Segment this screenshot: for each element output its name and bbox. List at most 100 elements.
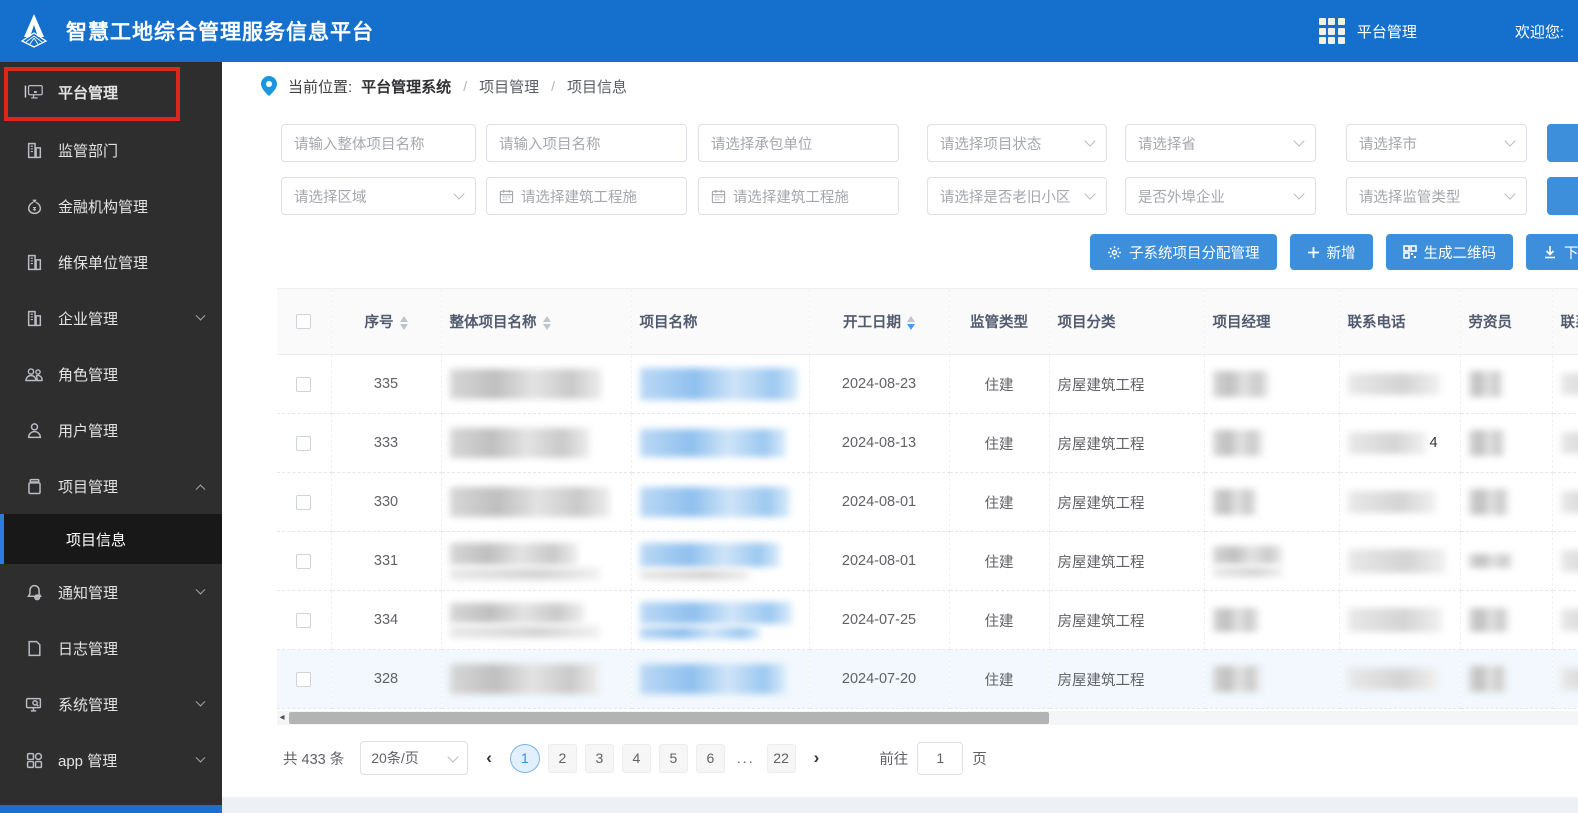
table-row[interactable]: 333 2024-08-13 住建 房屋建筑工程 4 [277,413,1578,473]
sidebar-subitem-project-info[interactable]: 项目信息 [0,514,222,564]
next-page-button[interactable]: › [804,748,830,768]
sidebar-item-user-management[interactable]: 用户管理 [0,402,222,458]
horizontal-scrollbar[interactable]: ◂ [277,711,1578,725]
supervision-type-select[interactable]: 请选择监管类型 [1345,177,1527,215]
project-name-link[interactable] [639,487,790,517]
row-checkbox[interactable] [296,376,312,392]
table-row[interactable]: 330 2024-08-01 住建 房屋建筑工程 [277,472,1578,532]
redacted-manager [1212,430,1263,456]
sidebar-item-app-management[interactable]: app 管理 [0,732,222,788]
old-community-select[interactable]: 请选择是否老旧小区 [926,177,1107,215]
prev-page-button[interactable]: ‹ [476,748,502,768]
sidebar-item-supervision-dept[interactable]: 监管部门 [0,122,222,178]
column-header-seq[interactable]: 序号 [331,288,442,355]
breadcrumb-item-project-management[interactable]: 项目管理 [479,76,539,97]
column-header-labor-officer: 劳资员 [1460,288,1553,355]
redacted-manager [1212,666,1261,692]
project-name-link[interactable] [639,542,780,580]
overall-project-name-input[interactable]: 请输入整体项目名称 [281,124,476,162]
page-size-select[interactable]: 20条/页 [360,741,469,775]
search-button-partial[interactable] [1546,124,1578,162]
reset-button-partial[interactable] [1546,177,1578,215]
breadcrumb-root[interactable]: 平台管理系统 [361,76,451,97]
sidebar-item-log-management[interactable]: 日志管理 [0,620,222,676]
sidebar-item-role-management[interactable]: 角色管理 [0,346,222,402]
construction-date-end-picker[interactable]: 请选择建筑工程施 [697,177,899,215]
placeholder-text: 请输入整体项目名称 [294,136,425,153]
row-checkbox[interactable] [296,612,312,628]
subsystem-assign-button[interactable]: 子系统项目分配管理 [1090,234,1277,270]
project-status-select[interactable]: 请选择项目状态 [926,124,1107,162]
sidebar-item-project-management[interactable]: 项目管理 [0,458,222,514]
breadcrumb: 当前位置: 平台管理系统 / 项目管理 / 项目信息 [222,62,1578,110]
province-select[interactable]: 请选择省 [1124,124,1316,162]
row-checkbox[interactable] [296,671,312,687]
cell-supervision: 住建 [949,590,1050,650]
add-button[interactable]: 新增 [1289,234,1373,270]
city-select[interactable]: 请选择市 [1345,124,1527,162]
sidebar: 平台管理 监管部门 金融机构管理 维保单位管理 企业管理 角色管理 用户管理 项… [0,62,222,813]
project-name-link[interactable] [639,664,786,694]
redacted-manager [1212,545,1283,577]
table-row-hovered[interactable]: 328 2024-07-20 住建 房屋建筑工程 [277,649,1578,709]
download-button[interactable]: 下载 [1526,234,1578,270]
page-button-3[interactable]: 3 [584,743,614,773]
page-button-2[interactable]: 2 [547,743,577,773]
sort-icons[interactable] [399,316,408,331]
page-button-6[interactable]: 6 [695,743,725,773]
cell-category: 房屋建筑工程 [1049,354,1205,414]
project-name-link[interactable] [639,429,786,457]
redacted-overall-name [449,369,602,399]
project-name-link[interactable] [639,368,798,400]
page-button-1[interactable]: 1 [509,743,540,773]
sidebar-item-financial-institutions[interactable]: 金融机构管理 [0,178,222,234]
foreign-enterprise-select[interactable]: 是否外埠企业 [1124,177,1316,215]
placeholder-text: 请输入项目名称 [498,136,601,153]
goto-page-input[interactable] [917,741,964,775]
scrollbar-thumb[interactable] [289,712,1049,724]
select-all-checkbox[interactable] [296,314,312,330]
sidebar-item-enterprise-management[interactable]: 企业管理 [0,290,222,346]
redacted-overall-name [449,428,590,458]
sidebar-item-platform-management[interactable]: 平台管理 [0,62,222,122]
table-row[interactable]: 331 2024-08-01 住建 房屋建筑工程 [277,531,1578,591]
nav-platform-label[interactable]: 平台管理 [1357,21,1417,42]
app-window: 智慧工地综合管理服务信息平台 平台管理 欢迎您: 平台管理 监管部门 金融机构管… [0,0,1578,813]
placeholder-text: 请选择省 [1137,136,1196,153]
page-button-5[interactable]: 5 [658,743,688,773]
column-header-supervision: 监管类型 [949,288,1050,355]
redacted-labor-officer [1468,489,1509,515]
placeholder-text: 请选择监管类型 [1358,189,1461,206]
column-label: 开工日期 [843,315,901,331]
more-pages-button[interactable]: ... [733,750,759,766]
cell-category: 房屋建筑工程 [1049,472,1205,532]
row-checkbox[interactable] [296,435,312,451]
project-name-link[interactable] [639,601,792,639]
page-button-22[interactable]: 22 [766,743,796,773]
apps-grid-icon[interactable] [1318,18,1345,44]
column-header-overall-name[interactable]: 整体项目名称 [441,288,632,355]
sidebar-item-system-management[interactable]: 系统管理 [0,676,222,732]
table-row[interactable]: 334 2024-07-25 住建 房屋建筑工程 [277,590,1578,650]
scroll-left-arrow-icon[interactable]: ◂ [277,711,287,725]
project-name-input[interactable]: 请输入项目名称 [485,124,687,162]
placeholder-text: 请选择建筑工程施 [732,189,849,206]
redacted-phone [1347,549,1446,573]
sidebar-item-maintenance-units[interactable]: 维保单位管理 [0,234,222,290]
cell-seq: 330 [331,472,442,532]
sidebar-item-notification-management[interactable]: 通知管理 [0,564,222,620]
sort-icons-active[interactable] [907,316,915,331]
row-checkbox[interactable] [296,553,312,569]
users-icon [24,364,44,384]
construction-date-start-picker[interactable]: 请选择建筑工程施 [485,177,687,215]
sort-icons[interactable] [542,316,551,331]
app-grid-icon [24,750,44,770]
column-header-start-date[interactable]: 开工日期 [809,288,950,355]
row-checkbox[interactable] [296,494,312,510]
generate-qrcode-button[interactable]: 生成二维码 [1385,234,1513,270]
contractor-select[interactable]: 请选择承包单位 [697,124,899,162]
region-select[interactable]: 请选择区域 [281,177,476,215]
page-button-4[interactable]: 4 [621,743,651,773]
sidebar-item-label: 通知管理 [58,584,119,602]
table-row[interactable]: 335 2024-08-23 住建 房屋建筑工程 [277,354,1578,414]
